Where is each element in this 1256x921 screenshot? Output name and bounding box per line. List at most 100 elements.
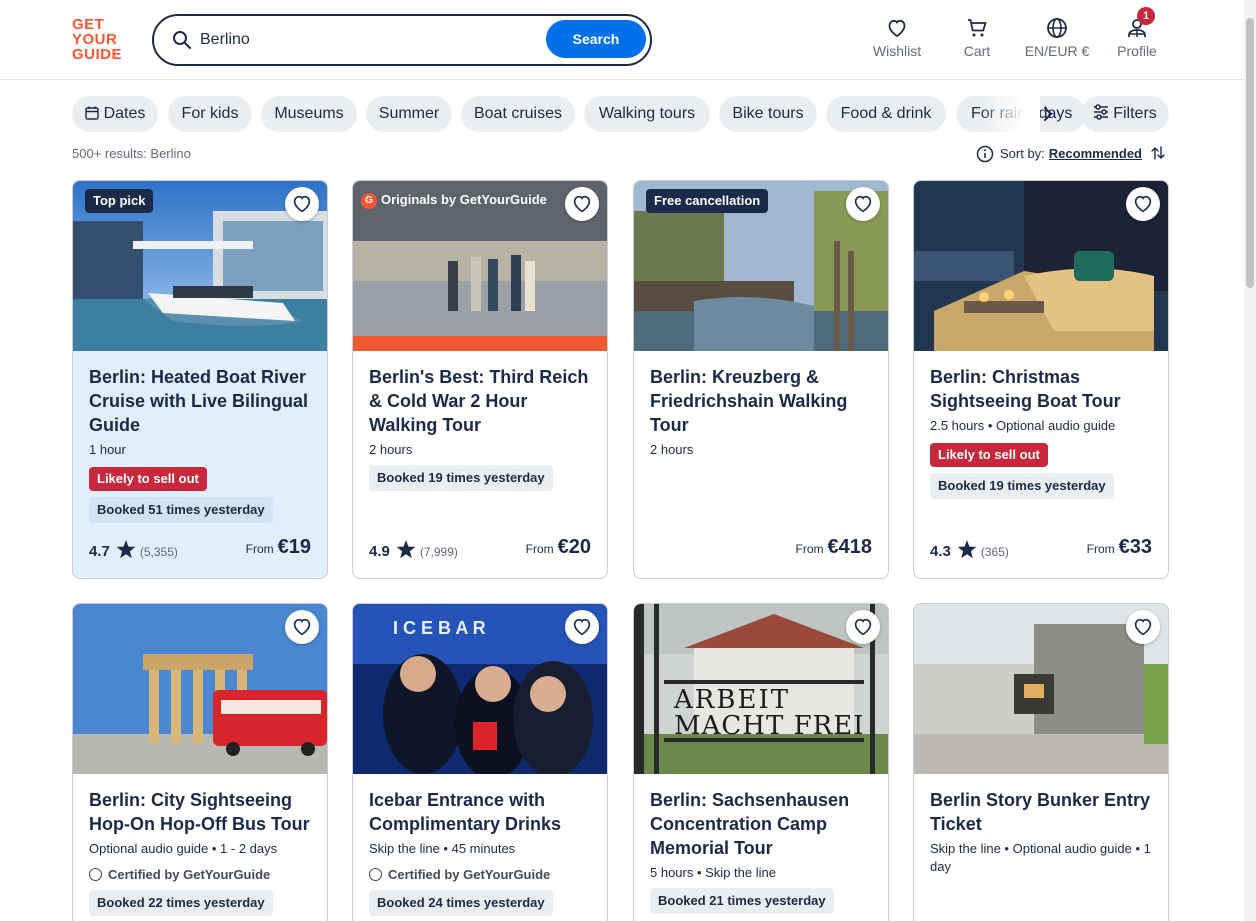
wishlist-toggle[interactable] <box>285 187 319 221</box>
chip-dates[interactable]: Dates <box>72 96 158 132</box>
filters-label: Filters <box>1113 105 1157 122</box>
sort-value[interactable]: Recommended <box>1049 146 1142 161</box>
activity-title[interactable]: Berlin's Best: Third Reich & Cold War 2 … <box>369 365 595 437</box>
chip-walking-tours-label: Walking tours <box>598 105 696 122</box>
scrollbar-thumb[interactable] <box>1246 18 1254 288</box>
card-body: Berlin: City Sightseeing Hop-On Hop-Off … <box>89 788 315 916</box>
card-body: Berlin: Kreuzberg & Friedrichshain Walki… <box>650 365 876 459</box>
language-currency-link[interactable]: EN/EUR € <box>1022 16 1092 59</box>
activity-card[interactable]: I C E B A R Icebar Entrance with Complim… <box>352 603 608 921</box>
activity-title[interactable]: Icebar Entrance with Complimentary Drink… <box>369 788 595 836</box>
activity-card[interactable]: Berlin Story Bunker Entry Ticket Skip th… <box>913 603 1169 921</box>
likely-to-sell-out-badge: Likely to sell out <box>930 443 1048 467</box>
heart-icon <box>888 19 906 38</box>
booked-count-badge: Booked 51 times yesterday <box>89 497 273 523</box>
heart-icon <box>573 618 591 636</box>
activity-title[interactable]: Berlin: Heated Boat River Cruise with Li… <box>89 365 315 437</box>
chip-for-kids[interactable]: For kids <box>168 96 252 132</box>
wishlist-toggle[interactable] <box>565 187 599 221</box>
card-body: Berlin: Sachsenhausen Concentration Camp… <box>650 788 876 914</box>
likely-to-sell-out-badge: Likely to sell out <box>89 467 207 491</box>
chip-food-drink-label: Food & drink <box>840 105 932 122</box>
chip-museums[interactable]: Museums <box>261 96 357 132</box>
sort-arrows-icon <box>1150 146 1165 160</box>
activity-card[interactable]: Berlin: City Sightseeing Hop-On Hop-Off … <box>72 603 328 921</box>
activity-card[interactable]: ARBEIT MACHT FREI Berlin: Sachsenhausen … <box>633 603 889 921</box>
activity-meta: Optional audio guide • 1 - 2 days <box>89 841 278 856</box>
review-count: (7,999) <box>419 545 458 559</box>
chip-boat-cruises[interactable]: Boat cruises <box>461 96 575 132</box>
activity-card[interactable]: G Originals by GetYourGuide Berlin's Best… <box>352 180 608 579</box>
wishlist-toggle[interactable] <box>846 187 880 221</box>
results-count: 500+ results: Berlino <box>72 146 191 161</box>
activity-meta: 5 hours • Skip the line <box>650 865 776 880</box>
svg-text:MACHT FREI: MACHT FREI <box>674 711 864 741</box>
price: From €33 <box>1087 536 1152 559</box>
wishlist-toggle[interactable] <box>846 610 880 644</box>
top-header: GET YOUR GUIDE Search Wishlist Cart EN/E… <box>0 0 1244 80</box>
heart-icon <box>293 195 311 213</box>
chip-walking-tours[interactable]: Walking tours <box>584 96 710 132</box>
card-footer: 4.7 (5,355) From €19 <box>89 536 311 562</box>
wishlist-toggle[interactable] <box>1126 187 1160 221</box>
activity-title[interactable]: Berlin: City Sightseeing Hop-On Hop-Off … <box>89 788 315 836</box>
getyourguide-logo[interactable]: GET YOUR GUIDE <box>72 17 130 63</box>
originals-tag-label: Originals by GetYourGuide <box>381 192 547 207</box>
sort-control[interactable]: Sort by: Recommended <box>976 144 1166 164</box>
top-pick-tag: Top pick <box>85 189 154 213</box>
chip-summer[interactable]: Summer <box>366 96 452 132</box>
price-value: €20 <box>557 536 591 558</box>
wishlist-link[interactable]: Wishlist <box>868 16 926 59</box>
heart-icon <box>854 195 872 213</box>
activity-meta: 2 hours <box>650 442 694 457</box>
heart-icon <box>854 618 872 636</box>
activity-card[interactable]: Top pick Berlin: Heated Boat River Cruis… <box>72 180 328 579</box>
search-button[interactable]: Search <box>546 20 646 58</box>
price-value: €33 <box>1118 536 1152 558</box>
sliders-icon <box>1094 104 1109 120</box>
wishlist-toggle[interactable] <box>285 610 319 644</box>
page-scrollbar[interactable] <box>1244 0 1256 921</box>
activity-title[interactable]: Berlin: Kreuzberg & Friedrichshain Walki… <box>650 365 876 437</box>
booked-count-badge: Booked 24 times yesterday <box>369 890 553 916</box>
cart-label: Cart <box>963 43 991 59</box>
info-icon[interactable] <box>976 145 994 163</box>
filters-button[interactable]: Filters <box>1081 96 1169 132</box>
activity-title[interactable]: Berlin: Christmas Sightseeing Boat Tour <box>930 365 1156 413</box>
activity-card[interactable]: Free cancellation Berlin: Kreuzberg & Fr… <box>633 180 889 579</box>
chevron-right-icon[interactable] <box>1036 102 1060 126</box>
heart-icon <box>293 618 311 636</box>
chip-summer-label: Summer <box>378 105 440 122</box>
activity-meta: 1 hour <box>89 442 126 457</box>
wishlist-toggle[interactable] <box>1126 610 1160 644</box>
price-from-label: From <box>245 542 274 556</box>
activity-title[interactable]: Berlin Story Bunker Entry Ticket <box>930 788 1156 836</box>
rating-value: 4.3 <box>930 543 951 560</box>
certified-check-icon <box>369 868 382 881</box>
activity-card[interactable]: Berlin: Christmas Sightseeing Boat Tour … <box>913 180 1169 579</box>
card-body: Berlin: Christmas Sightseeing Boat Tour … <box>930 365 1156 499</box>
price: From €418 <box>796 536 873 559</box>
rating: 4.9 (7,999) <box>369 540 458 560</box>
wishlist-toggle[interactable] <box>565 610 599 644</box>
rating: 4.3 (365) <box>930 540 1009 560</box>
booked-count-badge: Booked 19 times yesterday <box>369 465 553 491</box>
search-bar: Search <box>152 14 652 66</box>
card-body: Berlin's Best: Third Reich & Cold War 2 … <box>369 365 595 491</box>
chip-bike-tours[interactable]: Bike tours <box>719 96 817 132</box>
price: From €19 <box>246 536 311 559</box>
activity-title[interactable]: Berlin: Sachsenhausen Concentration Camp… <box>650 788 876 860</box>
cart-link[interactable]: Cart <box>954 16 1000 59</box>
certified-label: Certified by GetYourGuide <box>89 866 315 884</box>
chip-food-drink[interactable]: Food & drink <box>826 96 946 132</box>
activity-meta: 2 hours <box>369 442 413 457</box>
card-body: Berlin: Heated Boat River Cruise with Li… <box>89 365 315 523</box>
search-icon <box>173 31 191 49</box>
sort-label: Sort by: <box>1000 146 1045 161</box>
profile-link[interactable]: 1 Profile <box>1114 7 1160 59</box>
certified-text: Certified by GetYourGuide <box>108 867 271 882</box>
search-input[interactable] <box>200 26 530 54</box>
booked-count-badge: Booked 22 times yesterday <box>89 890 273 916</box>
certified-label: Certified by GetYourGuide <box>369 866 595 884</box>
calendar-icon <box>84 106 99 120</box>
